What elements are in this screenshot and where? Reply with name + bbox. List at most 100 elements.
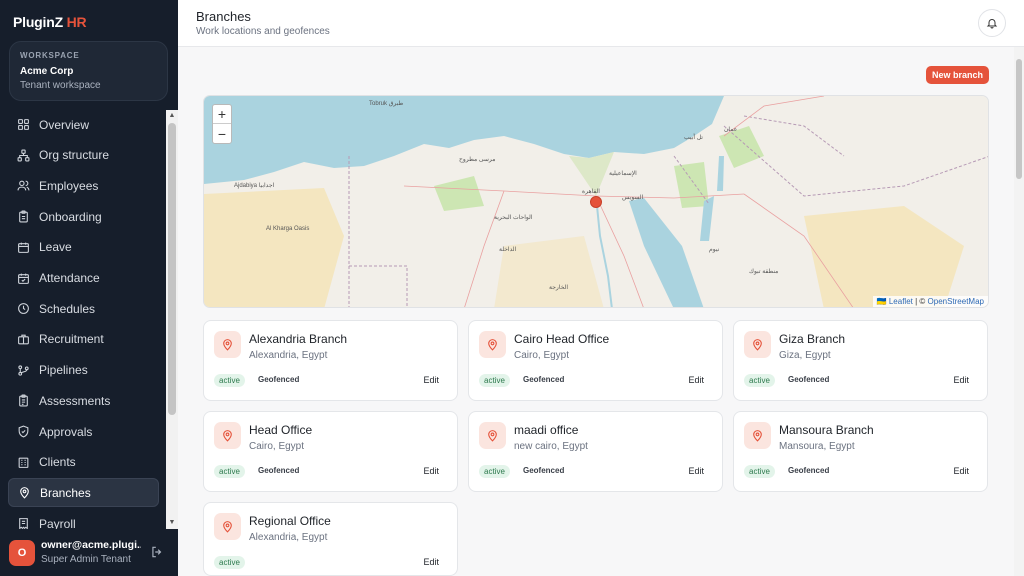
scroll-down-arrow-icon[interactable]: ▼ xyxy=(168,519,176,527)
map-label: الداخلة xyxy=(499,247,517,253)
sidebar-item-overview[interactable]: Overview xyxy=(8,110,159,139)
sidebar: PluginZ HR WORKSPACE Acme Corp Tenant wo… xyxy=(0,0,178,576)
map-label: عمان xyxy=(724,127,738,133)
map-pin-icon xyxy=(214,513,241,540)
branch-card: Mansoura Branch Mansoura, Egypt active G… xyxy=(733,411,988,492)
status-badge: active xyxy=(479,374,510,387)
branch-location: Giza, Egypt xyxy=(779,350,831,361)
branch-location: new cairo, Egypt xyxy=(514,441,588,452)
sidebar-item-attendance[interactable]: Attendance xyxy=(8,264,159,293)
status-badge: active xyxy=(214,556,245,569)
workspace-switcher[interactable]: WORKSPACE Acme Corp Tenant workspace xyxy=(9,41,168,101)
status-badge: active xyxy=(744,465,775,478)
osm-link[interactable]: OpenStreetMap xyxy=(928,297,984,306)
receipt-icon xyxy=(19,518,28,529)
edit-button[interactable]: Edit xyxy=(953,375,969,385)
workspace-label: WORKSPACE xyxy=(20,51,80,60)
zoom-out-button[interactable]: − xyxy=(213,124,231,143)
sidebar-scrollbar[interactable]: ▲ ▼ xyxy=(166,110,178,529)
leaflet-link[interactable]: Leaflet xyxy=(889,297,913,306)
sidebar-item-clients[interactable]: Clients xyxy=(8,448,159,477)
branch-name: Regional Office xyxy=(249,514,331,528)
edit-button[interactable]: Edit xyxy=(423,557,439,567)
map-pin-icon xyxy=(479,331,506,358)
sidebar-item-org-structure[interactable]: Org structure xyxy=(8,141,159,170)
sidebar-item-approvals[interactable]: Approvals xyxy=(8,417,159,446)
calendar-icon xyxy=(18,242,29,253)
sidebar-item-branches[interactable]: Branches xyxy=(8,478,159,508)
edit-button[interactable]: Edit xyxy=(423,375,439,385)
map-label: الواحات البحرية xyxy=(494,215,533,221)
sidebar-item-assessments[interactable]: Assessments xyxy=(8,386,159,415)
branch-location: Alexandria, Egypt xyxy=(249,532,328,543)
branches-map[interactable]: Tobruk طبرق Ajdabiya اجدابيا القاهرة الإ… xyxy=(203,95,989,308)
map-label: تل أبيب xyxy=(684,135,703,141)
map-pin-icon xyxy=(479,422,506,449)
branch-name: Alexandria Branch xyxy=(249,332,348,346)
branch-card: Giza Branch Giza, Egypt active Geofenced… xyxy=(733,320,988,401)
logout-icon[interactable] xyxy=(150,545,164,559)
map-label: مرسى مطروح xyxy=(459,157,496,163)
sidebar-scroll-thumb[interactable] xyxy=(168,123,176,415)
edit-button[interactable]: Edit xyxy=(423,466,439,476)
sidebar-item-label: Pipelines xyxy=(39,363,88,378)
branch-card: Head Office Cairo, Egypt active Geofence… xyxy=(203,411,458,492)
sidebar-item-leave[interactable]: Leave xyxy=(8,233,159,262)
map-pin-icon xyxy=(214,331,241,358)
new-branch-button[interactable]: New branch xyxy=(926,66,989,84)
branch-card: maadi office new cairo, Egypt active Geo… xyxy=(468,411,723,492)
geofence-badge: Geofenced xyxy=(788,466,830,475)
branch-map-marker[interactable] xyxy=(590,196,602,208)
git-branch-icon xyxy=(18,364,29,376)
sidebar-item-payroll[interactable]: Payroll xyxy=(8,509,159,529)
sidebar-item-label: Leave xyxy=(39,240,72,255)
branch-name: maadi office xyxy=(514,423,579,437)
building-icon xyxy=(18,457,29,468)
map-label: القاهرة xyxy=(582,189,600,195)
main-scroll-thumb[interactable] xyxy=(1016,59,1022,179)
scroll-up-arrow-icon[interactable]: ▲ xyxy=(168,112,176,120)
geofence-badge: Geofenced xyxy=(258,375,300,384)
brand-logo[interactable]: PluginZ HR xyxy=(13,14,87,30)
sidebar-item-label: Assessments xyxy=(39,393,111,408)
users-icon xyxy=(17,181,30,191)
flag-icon: 🇺🇦 xyxy=(876,297,887,306)
notifications-button[interactable] xyxy=(978,9,1006,37)
bell-icon xyxy=(986,19,998,29)
status-badge: active xyxy=(214,465,245,478)
map-pin-icon xyxy=(744,422,771,449)
branch-card: Alexandria Branch Alexandria, Egypt acti… xyxy=(203,320,458,401)
edit-button[interactable]: Edit xyxy=(688,466,704,476)
sidebar-item-recruitment[interactable]: Recruitment xyxy=(8,325,159,354)
sidebar-item-label: Schedules xyxy=(39,301,96,316)
branch-card: Cairo Head Office Cairo, Egypt active Ge… xyxy=(468,320,723,401)
grid-icon xyxy=(18,119,29,130)
zoom-in-button[interactable]: + xyxy=(213,105,231,124)
clipboard-list-icon xyxy=(19,394,28,407)
branch-name: Cairo Head Office xyxy=(514,332,610,346)
sidebar-item-schedules[interactable]: Schedules xyxy=(8,294,159,323)
geofence-badge: Geofenced xyxy=(788,375,830,384)
edit-button[interactable]: Edit xyxy=(688,375,704,385)
workspace-subtitle: Tenant workspace xyxy=(20,80,101,91)
status-badge: active xyxy=(479,465,510,478)
sidebar-item-label: Attendance xyxy=(39,271,100,285)
edit-button[interactable]: Edit xyxy=(953,466,969,476)
avatar: O xyxy=(9,540,35,566)
branch-name: Head Office xyxy=(249,423,313,437)
map-pin-icon xyxy=(20,487,29,500)
briefcase-icon xyxy=(18,334,29,345)
map-label: السويس xyxy=(622,195,644,201)
branch-name: Mansoura Branch xyxy=(779,423,874,437)
sidebar-item-label: Overview xyxy=(39,117,90,132)
sidebar-item-pipelines[interactable]: Pipelines xyxy=(8,356,159,385)
status-badge: active xyxy=(744,374,775,387)
sidebar-nav: Overview Org structure Employees Onboard… xyxy=(0,110,166,529)
sidebar-item-employees[interactable]: Employees xyxy=(8,171,159,200)
user-profile[interactable]: O owner@acme.plugi... Super Admin Tenant xyxy=(0,534,178,576)
main-scrollbar[interactable] xyxy=(1014,47,1024,576)
map-attribution: 🇺🇦 Leaflet | © OpenStreetMap xyxy=(872,296,988,307)
sidebar-item-onboarding[interactable]: Onboarding xyxy=(8,202,159,231)
user-role: Super Admin Tenant xyxy=(41,554,131,565)
map-zoom-control: + − xyxy=(212,104,232,144)
